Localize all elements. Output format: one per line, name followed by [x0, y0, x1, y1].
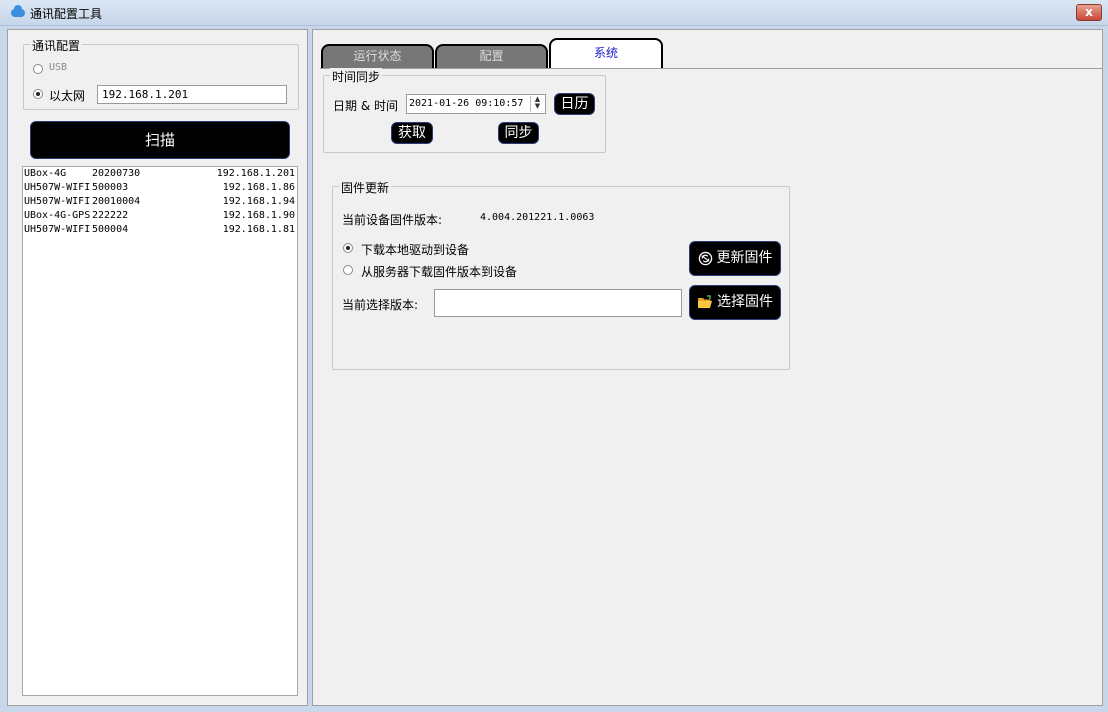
- get-time-button[interactable]: 获取: [391, 122, 433, 144]
- close-button[interactable]: x: [1076, 4, 1102, 21]
- device-row[interactable]: UH507W-WIFI 500003 192.168.1.86: [23, 181, 297, 195]
- current-version-label: 当前设备固件版本:: [342, 213, 443, 227]
- device-name: UBox-4G: [24, 168, 67, 179]
- datetime-input[interactable]: 2021-01-26 09:10:57: [406, 94, 546, 114]
- sync-time-button[interactable]: 同步: [498, 122, 539, 144]
- update-firmware-label: 更新固件: [716, 250, 773, 266]
- device-serial: 20010004: [92, 196, 141, 207]
- usb-label: USB: [49, 62, 68, 73]
- tab-system[interactable]: 系统: [549, 38, 663, 69]
- datetime-spinner[interactable]: ▲ ▼: [530, 96, 544, 112]
- window-title: 通讯配置工具: [30, 7, 103, 21]
- device-name: UBox-4G-GPS: [24, 210, 91, 221]
- cloud-icon: [11, 5, 25, 17]
- device-ip: 192.168.1.86: [222, 182, 295, 193]
- refresh-circle-icon: [698, 251, 712, 265]
- device-ip: 192.168.1.94: [222, 196, 295, 207]
- tab-run-status[interactable]: 运行状态: [321, 44, 434, 69]
- device-row[interactable]: UH507W-WIFI 20010004 192.168.1.94: [23, 195, 297, 209]
- server-download-label: 从服务器下载固件版本到设备: [361, 265, 518, 279]
- time-sync-legend: 时间同步: [330, 68, 383, 85]
- ip-input[interactable]: 192.168.1.201: [97, 85, 287, 104]
- title-bar: 通讯配置工具 x: [0, 0, 1108, 26]
- datetime-label: 日期 & 时间: [333, 99, 398, 113]
- device-serial: 500004: [92, 224, 129, 235]
- device-name: UH507W-WIFI: [24, 224, 91, 235]
- device-serial: 20200730: [92, 168, 141, 179]
- device-ip: 192.168.1.90: [222, 210, 295, 221]
- select-firmware-label: 选择固件: [717, 294, 773, 310]
- device-row[interactable]: UBox-4G 20200730 192.168.1.201: [23, 167, 297, 181]
- tab-config[interactable]: 配置: [435, 44, 548, 69]
- firmware-legend: 固件更新: [339, 179, 392, 196]
- device-name: UH507W-WIFI: [24, 196, 91, 207]
- current-version-value: 4.004.201221.1.0063: [480, 212, 595, 223]
- device-serial: 222222: [92, 210, 129, 221]
- server-download-radio[interactable]: [343, 265, 353, 275]
- select-firmware-button[interactable]: 选择固件: [689, 285, 781, 320]
- local-driver-radio[interactable]: [343, 243, 353, 253]
- ethernet-radio[interactable]: [33, 89, 43, 99]
- device-list[interactable]: UBox-4G 20200730 192.168.1.201 UH507W-WIFI 5…: [22, 166, 298, 696]
- local-driver-label: 下载本地驱动到设备: [361, 243, 470, 257]
- folder-open-icon: [698, 295, 712, 308]
- device-row[interactable]: UBox-4G-GPS 222222 192.168.1.90: [23, 209, 297, 223]
- device-name: UH507W-WIFI: [24, 182, 91, 193]
- scan-button[interactable]: 扫描: [30, 121, 290, 159]
- selected-version-input[interactable]: [434, 289, 682, 317]
- update-firmware-button[interactable]: 更新固件: [689, 241, 781, 276]
- calendar-button[interactable]: 日历: [554, 93, 595, 115]
- device-serial: 500003: [92, 182, 129, 193]
- usb-radio[interactable]: [33, 64, 43, 74]
- selected-version-label: 当前选择版本:: [342, 298, 419, 312]
- device-ip: 192.168.1.81: [222, 224, 295, 235]
- comm-config-legend: 通讯配置: [30, 37, 83, 54]
- ethernet-label: 以太网: [49, 89, 86, 103]
- device-ip: 192.168.1.201: [216, 168, 295, 179]
- tab-divider: [320, 68, 1102, 69]
- device-row[interactable]: UH507W-WIFI 500004 192.168.1.81: [23, 223, 297, 237]
